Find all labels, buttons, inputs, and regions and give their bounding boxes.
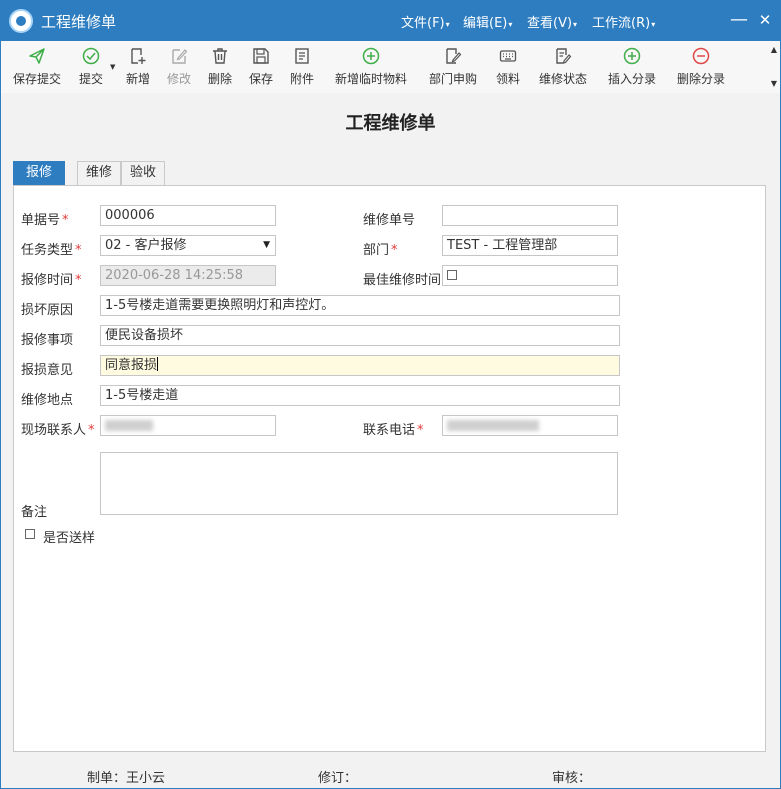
menu-workflow[interactable]: 工作流(R)▾ [592, 12, 655, 31]
location-field[interactable]: 1-5号楼走道 [100, 385, 620, 406]
modify-label: 修改 [166, 72, 191, 86]
keyboard-icon [499, 50, 517, 62]
edit-icon [172, 49, 188, 64]
delete-entry-label: 删除分录 [676, 72, 725, 86]
submit-button[interactable]: 提交 [75, 47, 107, 89]
redacted-text [105, 420, 153, 431]
plus-circle-icon [362, 47, 380, 65]
damage-opinion-value: 同意报损 [105, 358, 158, 373]
insert-entry-label: 插入分录 [607, 72, 656, 86]
material-pick-label: 领料 [495, 72, 520, 86]
trash-icon [213, 48, 227, 64]
department-field[interactable]: TEST - 工程管理部 [442, 235, 618, 256]
page-title: 工程维修单 [345, 113, 436, 134]
status-list-icon [556, 48, 572, 64]
revision-text: 修订： [318, 771, 358, 786]
delete-button[interactable]: 删除 [204, 47, 236, 89]
add-label: 新增 [125, 72, 150, 86]
task-type-value: 02 - 客户报修 [105, 238, 187, 253]
delete-entry-button[interactable]: 删除分录 [673, 47, 729, 89]
redacted-text [447, 420, 539, 431]
damage-reason-label: 损坏原因 [21, 303, 74, 318]
plus-circle-icon [623, 47, 641, 65]
title-bar: 工程维修单 文件(F)▾ 编辑(E)▾ 查看(V)▾ 工作流(R)▾ — ✕ [1, 1, 780, 41]
send-icon [29, 48, 45, 64]
contact-field[interactable] [100, 415, 276, 436]
chevron-down-icon: ▾ [445, 20, 450, 29]
best-time-label: 最佳维修时间 [363, 273, 442, 288]
window-title: 工程维修单 [41, 13, 117, 31]
repair-no-field[interactable] [442, 205, 618, 226]
submit-dropdown-icon[interactable]: ▼ [110, 63, 115, 71]
location-label: 维修地点 [21, 393, 74, 408]
repair-status-button[interactable]: 维修状态 [535, 47, 591, 89]
save-submit-button[interactable]: 保存提交 [9, 47, 65, 89]
attachment-document-icon [295, 48, 309, 64]
bill-no-label: 单据号 * [21, 213, 69, 228]
bill-no-field[interactable]: 000006 [100, 205, 276, 226]
toolbar-scroll-down-icon[interactable]: ▼ [771, 79, 777, 88]
report-time-field: 2020-06-28 14:25:58 [100, 265, 276, 286]
remarks-textarea[interactable] [100, 452, 618, 515]
save-icon [253, 48, 269, 64]
send-sample-label: 是否送样 [43, 531, 96, 546]
phone-field[interactable] [442, 415, 618, 436]
minimize-button[interactable]: — [727, 7, 751, 33]
chevron-down-icon: ▾ [508, 20, 513, 29]
close-button[interactable]: ✕ [753, 7, 777, 33]
dept-purchase-label: 部门申购 [428, 72, 477, 86]
menu-view[interactable]: 查看(V)▾ [527, 12, 577, 31]
check-circle-icon [82, 47, 100, 65]
contact-label: 现场联系人 * [21, 423, 95, 438]
phone-label: 联系电话 * [363, 423, 424, 438]
chevron-down-icon: ▾ [651, 20, 656, 29]
task-type-label: 任务类型 * [21, 243, 82, 258]
damage-opinion-field[interactable]: 同意报损 [100, 355, 620, 376]
save-submit-label: 保存提交 [12, 72, 61, 86]
tab-repair[interactable]: 维修 [77, 161, 121, 185]
insert-entry-button[interactable]: 插入分录 [604, 47, 660, 89]
damage-opinion-label: 报损意见 [21, 363, 74, 378]
damage-reason-field[interactable]: 1-5号楼走道需要更换照明灯和声控灯。 [100, 295, 620, 316]
toolbar: 保存提交 提交 ▼ 新增 修改 删除 保存 附件 新增临时物料 部门申购 领料 … [1, 41, 780, 93]
modify-button[interactable]: 修改 [163, 47, 195, 89]
creator-text: 制单：王小云 [87, 771, 166, 786]
save-label: 保存 [248, 72, 273, 86]
submit-label: 提交 [78, 72, 103, 86]
remarks-label: 备注 [21, 505, 48, 520]
add-temp-material-button[interactable]: 新增临时物料 [331, 47, 411, 89]
app-window: 工程维修单 文件(F)▾ 编辑(E)▾ 查看(V)▾ 工作流(R)▾ — ✕ 保… [0, 0, 781, 789]
material-pick-button[interactable]: 领料 [492, 47, 524, 89]
text-cursor [157, 357, 159, 371]
chevron-down-icon: ▾ [573, 20, 578, 29]
attachment-button[interactable]: 附件 [286, 47, 318, 89]
repair-item-field[interactable]: 便民设备损坏 [100, 325, 620, 346]
attachment-label: 附件 [289, 72, 314, 86]
report-time-label: 报修时间 * [21, 273, 82, 288]
repair-status-label: 维修状态 [538, 72, 587, 86]
add-document-icon [131, 48, 146, 64]
menu-edit[interactable]: 编辑(E)▾ [463, 12, 512, 31]
app-logo-icon [9, 9, 33, 33]
tab-acceptance[interactable]: 验收 [121, 161, 165, 185]
audit-text: 审核： [552, 771, 592, 786]
toolbar-scroll-up-icon[interactable]: ▲ [771, 45, 777, 54]
save-button[interactable]: 保存 [245, 47, 277, 89]
add-temp-material-label: 新增临时物料 [334, 72, 407, 86]
chevron-down-icon[interactable]: ▼ [263, 236, 270, 255]
department-label: 部门 * [363, 243, 398, 258]
add-button[interactable]: 新增 [122, 47, 154, 89]
delete-label: 删除 [207, 72, 232, 86]
purchase-request-icon [446, 48, 462, 64]
dept-purchase-button[interactable]: 部门申购 [425, 47, 481, 89]
minus-circle-icon [692, 47, 710, 65]
task-type-select[interactable]: 02 - 客户报修 ▼ [100, 235, 276, 256]
status-footer: 制单：王小云 修订： 审核： [1, 759, 780, 789]
tab-report[interactable]: 报修 [13, 161, 65, 185]
best-time-checkbox[interactable] [447, 270, 457, 280]
send-sample-checkbox[interactable] [25, 529, 35, 539]
menu-file[interactable]: 文件(F)▾ [401, 12, 450, 31]
repair-item-label: 报修事项 [21, 333, 74, 348]
repair-no-label: 维修单号 [363, 213, 416, 228]
